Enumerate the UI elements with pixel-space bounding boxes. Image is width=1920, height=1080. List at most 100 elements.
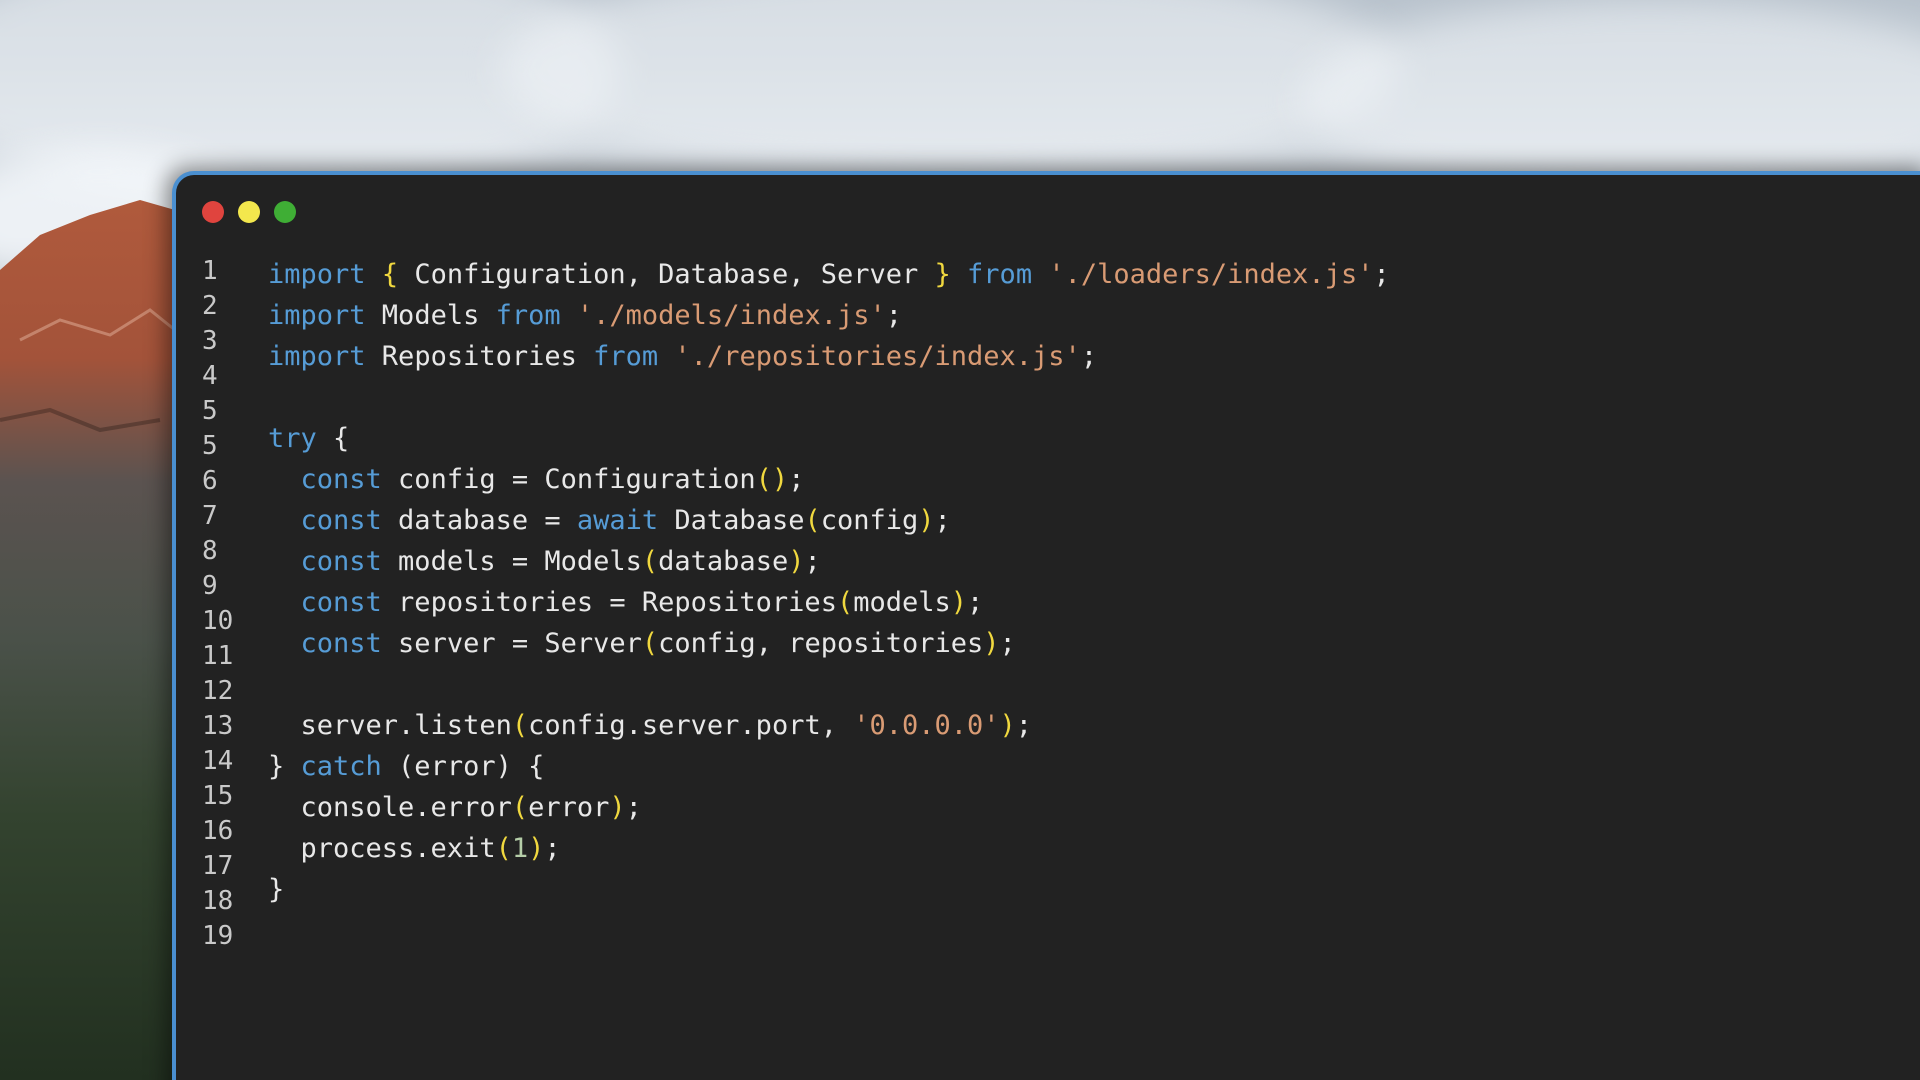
line-number-gutter: 1 2 3 4 5 5 6 7 8 9 10 11 12 13 14 15 16 17 18 19 (202, 254, 262, 954)
code-token-ident: server = Server (381, 628, 642, 659)
code-token-keyword: try (268, 423, 317, 454)
line-number: 6 (202, 466, 218, 496)
code-token-ident: repositories = Repositories (381, 587, 837, 618)
line-number: 16 (202, 816, 234, 846)
code-token-ident: error (528, 792, 610, 823)
code-token-ident (951, 259, 967, 290)
code-token-ident: process.exit (268, 833, 496, 864)
code-token-number: 1 (511, 833, 529, 864)
code-token-bracket: ) (528, 833, 545, 864)
line-number: 9 (202, 571, 218, 601)
code-line[interactable]: const database = await Database(config); (268, 500, 1390, 541)
zoom-button[interactable] (274, 201, 296, 223)
window-controls (202, 201, 296, 223)
code-token-ident: { (316, 423, 350, 454)
code-token-ident (268, 546, 301, 577)
code-token-bracket: ) (950, 587, 968, 618)
code-token-ident: config (820, 505, 919, 536)
code-line[interactable]: } catch (error) { (268, 746, 1390, 787)
code-token-bracket: ) (983, 628, 1000, 659)
code-token-ident: config = Configuration (381, 464, 756, 495)
code-token-punct: ; (804, 546, 821, 577)
code-token-ident: Database (658, 505, 805, 536)
code-token-bracket: ( (836, 587, 854, 618)
code-token-punct: ; (1373, 259, 1390, 290)
line-number: 1 (202, 256, 218, 286)
wallpaper-mountain (0, 200, 200, 1080)
code-token-bracket: ( (641, 546, 659, 577)
code-line[interactable]: const server = Server(config, repositori… (268, 623, 1390, 664)
line-number: 14 (202, 746, 234, 776)
code-token-keyword: import (268, 300, 366, 331)
code-token-punct: ; (1015, 710, 1033, 741)
wallpaper-cloud (500, 0, 1400, 180)
code-token-bracket: ( (804, 505, 821, 536)
code-token-ident (268, 505, 301, 536)
code-token-keyword: import (268, 341, 366, 372)
code-token-ident: console.error (268, 792, 512, 823)
code-token-ident (561, 300, 577, 331)
code-token-keyword: const (300, 464, 382, 495)
code-token-ident: database (658, 546, 789, 577)
code-token-ident: (error) { (381, 751, 545, 782)
line-number: 2 (202, 291, 218, 321)
code-line[interactable]: const config = Configuration(); (268, 459, 1390, 500)
code-token-ident: } (268, 874, 285, 905)
wallpaper-cloud (1300, 0, 1920, 200)
code-token-bracket: () (755, 464, 789, 495)
code-content[interactable]: import { Configuration, Database, Server… (268, 254, 1390, 910)
code-token-ident: Configuration, Database, Server (398, 259, 935, 290)
code-token-ident (268, 628, 301, 659)
code-line[interactable]: import { Configuration, Database, Server… (268, 254, 1390, 295)
code-token-punct: ; (934, 505, 951, 536)
code-token-punct: ; (967, 587, 984, 618)
code-token-ident: config, repositories (658, 628, 984, 659)
code-token-ident: Repositories (365, 341, 594, 372)
code-line[interactable]: const repositories = Repositories(models… (268, 582, 1390, 623)
code-line[interactable] (268, 377, 1390, 418)
line-number: 5 (202, 396, 218, 426)
code-line[interactable] (268, 664, 1390, 705)
code-token-bracket: ( (511, 710, 529, 741)
code-line[interactable]: import Models from './models/index.js'; (268, 295, 1390, 336)
minimize-button[interactable] (238, 201, 260, 223)
code-token-ident: server.listen (268, 710, 512, 741)
code-line[interactable]: import Repositories from './repositories… (268, 336, 1390, 377)
code-token-keyword: const (300, 505, 382, 536)
code-token-string: './repositories/index.js' (674, 341, 1081, 372)
code-token-punct: ; (999, 628, 1016, 659)
code-line[interactable]: const models = Models(database); (268, 541, 1390, 582)
code-token-punct: ; (625, 792, 642, 823)
code-line[interactable]: } (268, 869, 1390, 910)
code-token-bracket: ) (918, 505, 935, 536)
code-line[interactable]: console.error(error); (268, 787, 1390, 828)
line-number: 12 (202, 676, 234, 706)
line-number: 18 (202, 886, 234, 916)
code-line[interactable]: process.exit(1); (268, 828, 1390, 869)
code-line[interactable]: try { (268, 418, 1390, 459)
code-token-bracket: ) (788, 546, 805, 577)
code-token-bracket: ( (641, 628, 659, 659)
code-token-ident (366, 259, 382, 290)
code-token-keyword: const (300, 628, 382, 659)
line-number: 11 (202, 641, 234, 671)
code-line[interactable]: server.listen(config.server.port, '0.0.0… (268, 705, 1390, 746)
code-token-ident (1032, 259, 1048, 290)
close-button[interactable] (202, 201, 224, 223)
code-token-keyword: from (593, 341, 659, 372)
code-token-bracket: ( (511, 792, 529, 823)
code-token-punct: ; (544, 833, 561, 864)
line-number: 5 (202, 431, 218, 461)
code-token-bracket: ) (609, 792, 626, 823)
code-token-ident (268, 587, 301, 618)
code-token-keyword: const (300, 587, 382, 618)
code-token-punct: ; (788, 464, 805, 495)
code-token-ident (268, 464, 301, 495)
line-number: 10 (202, 606, 234, 636)
line-number: 3 (202, 326, 218, 356)
code-token-bracket: { (381, 259, 399, 290)
code-token-ident: Models (365, 300, 496, 331)
code-token-keyword: const (300, 546, 382, 577)
code-token-keyword: from (495, 300, 561, 331)
code-token-punct: ; (885, 300, 903, 331)
